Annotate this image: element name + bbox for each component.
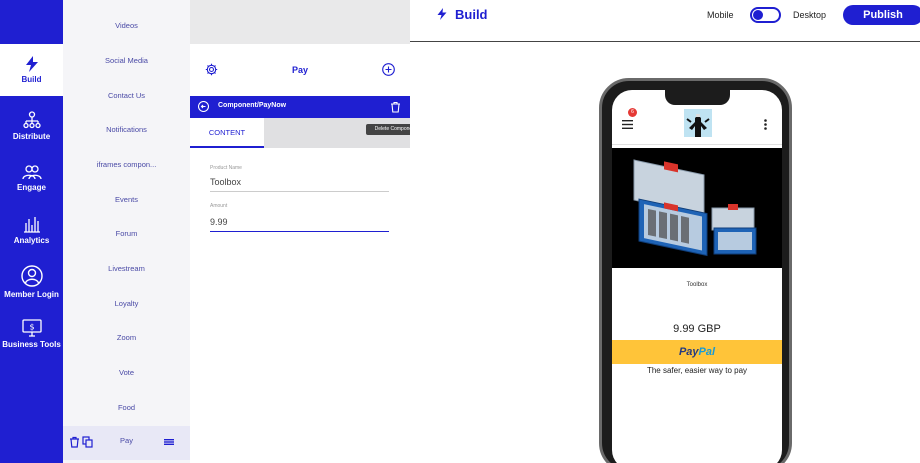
component-item-contact-us[interactable]: Contact Us <box>63 86 190 106</box>
nav-item-distribute[interactable]: Distribute <box>0 100 63 152</box>
bolt-icon <box>437 8 447 20</box>
phone-screen: 6 Toolbox 9.99 GBP PayPal The safer, eas… <box>612 90 782 463</box>
product-name: Toolbox <box>686 282 708 288</box>
paypal-button[interactable]: PayPal <box>612 340 782 364</box>
publish-button[interactable]: Publish <box>843 5 920 25</box>
app-header: 6 <box>612 104 782 145</box>
product-image <box>612 148 782 268</box>
component-item-livestream[interactable]: Livestream <box>63 259 190 279</box>
nav-item-label: Member Login <box>4 290 59 299</box>
nav-item-business-tools[interactable]: $ Business Tools <box>0 308 63 360</box>
product-name-label: Product Name <box>210 165 242 171</box>
product-name-field[interactable]: Toolbox <box>210 177 389 192</box>
paypal-logo-part2: Pal <box>698 346 716 358</box>
paypal-tagline: The safer, easier way to pay <box>646 366 748 375</box>
drag-handle-icon[interactable] <box>164 439 174 445</box>
component-list: Videos Social Media Contact Us Notificat… <box>63 0 190 463</box>
top-bar: Build Mobile Desktop Publish <box>410 0 920 42</box>
app-logo-icon <box>684 109 712 137</box>
monitor-dollar-icon: $ <box>21 319 42 337</box>
amount-label: Amount <box>210 203 228 209</box>
desktop-label: Desktop <box>793 10 827 20</box>
nav-item-member-login[interactable]: Member Login <box>0 256 63 308</box>
mobile-desktop-toggle[interactable] <box>750 7 781 23</box>
component-item-pay-selected[interactable]: Pay <box>63 426 190 460</box>
paypal-logo-part1: Pay <box>678 346 699 358</box>
component-item-videos[interactable]: Videos <box>63 16 190 36</box>
product-price: 9.99 GBP <box>673 323 721 335</box>
component-item-zoom[interactable]: Zoom <box>63 328 190 348</box>
component-item-social-media[interactable]: Social Media <box>63 51 190 71</box>
nav-item-label: Analytics <box>13 236 50 245</box>
mobile-label: Mobile <box>707 10 734 20</box>
people-icon <box>21 165 42 180</box>
component-path-bar: Component/PayNow <box>190 96 410 118</box>
phone-notch <box>665 90 730 105</box>
amount-field[interactable]: 9.99 <box>210 217 389 232</box>
hamburger-menu-icon[interactable] <box>622 120 633 129</box>
user-icon <box>20 265 43 287</box>
main-nav-rail: Build Distribute Engage Analytics Member… <box>0 0 63 463</box>
component-item-forum[interactable]: Forum <box>63 224 190 244</box>
nav-item-analytics[interactable]: Analytics <box>0 204 63 256</box>
editor-panel: Pay Component/PayNow CONTENT Product Nam… <box>190 0 410 463</box>
editor-title: Pay <box>291 65 308 75</box>
content-form: Product Name Toolbox Amount 9.99 <box>190 148 410 463</box>
component-item-events[interactable]: Events <box>63 190 190 210</box>
nav-item-label: Build <box>21 75 42 84</box>
component-item-notifications[interactable]: Notifications <box>63 120 190 140</box>
component-item-iframes[interactable]: iframes compon... <box>63 155 190 175</box>
svg-text:$: $ <box>29 323 34 332</box>
phone-mockup: 6 Toolbox 9.99 GBP PayPal The safer, eas… <box>599 78 792 463</box>
editor-top-spacer <box>190 0 410 44</box>
more-vertical-icon[interactable] <box>764 119 767 130</box>
delete-component-icon[interactable] <box>390 101 401 113</box>
bolt-icon <box>25 56 38 72</box>
preview-area: Build Mobile Desktop Publish 6 Toolbox 9… <box>410 0 920 463</box>
component-item-food[interactable]: Food <box>63 398 190 418</box>
component-item-vote[interactable]: Vote <box>63 363 190 383</box>
component-item-loyalty[interactable]: Loyalty <box>63 294 190 314</box>
nav-item-build[interactable]: Build <box>0 44 63 96</box>
back-arrow-icon[interactable] <box>198 101 209 112</box>
component-path: Component/PayNow <box>218 102 287 109</box>
app-root: Build Distribute Engage Analytics Member… <box>0 0 920 463</box>
tab-content[interactable]: CONTENT <box>190 118 264 148</box>
toggle-knob <box>753 10 763 20</box>
nav-item-label: Business Tools <box>2 340 61 349</box>
nav-item-label: Distribute <box>12 132 51 141</box>
bar-chart-icon <box>23 217 40 233</box>
nav-item-engage[interactable]: Engage <box>0 152 63 204</box>
nav-item-label: Engage <box>17 183 46 192</box>
page-title: Build <box>455 7 488 22</box>
network-icon <box>22 111 41 129</box>
editor-header: Pay <box>190 44 410 96</box>
notification-badge: 6 <box>628 108 637 117</box>
add-circle-icon[interactable] <box>382 63 395 76</box>
toolbox-image <box>612 148 782 268</box>
